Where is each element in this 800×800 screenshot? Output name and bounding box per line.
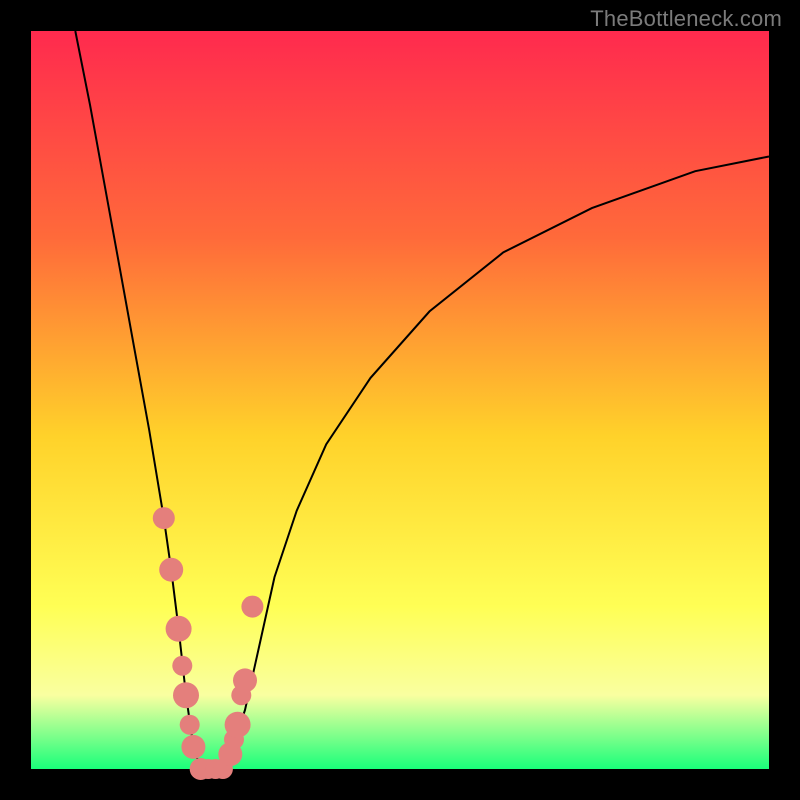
data-marker (241, 596, 263, 618)
marker-group (153, 507, 264, 780)
plot-area (31, 31, 769, 769)
data-marker (233, 668, 257, 692)
data-marker (181, 735, 205, 759)
watermark-text: TheBottleneck.com (590, 6, 782, 32)
bottleneck-curve-svg (31, 31, 769, 769)
data-marker (173, 682, 199, 708)
data-marker (225, 712, 251, 738)
data-marker (166, 616, 192, 642)
data-marker (180, 715, 200, 735)
data-marker (172, 656, 192, 676)
chart-stage: TheBottleneck.com (0, 0, 800, 800)
data-marker (159, 558, 183, 582)
data-marker (153, 507, 175, 529)
